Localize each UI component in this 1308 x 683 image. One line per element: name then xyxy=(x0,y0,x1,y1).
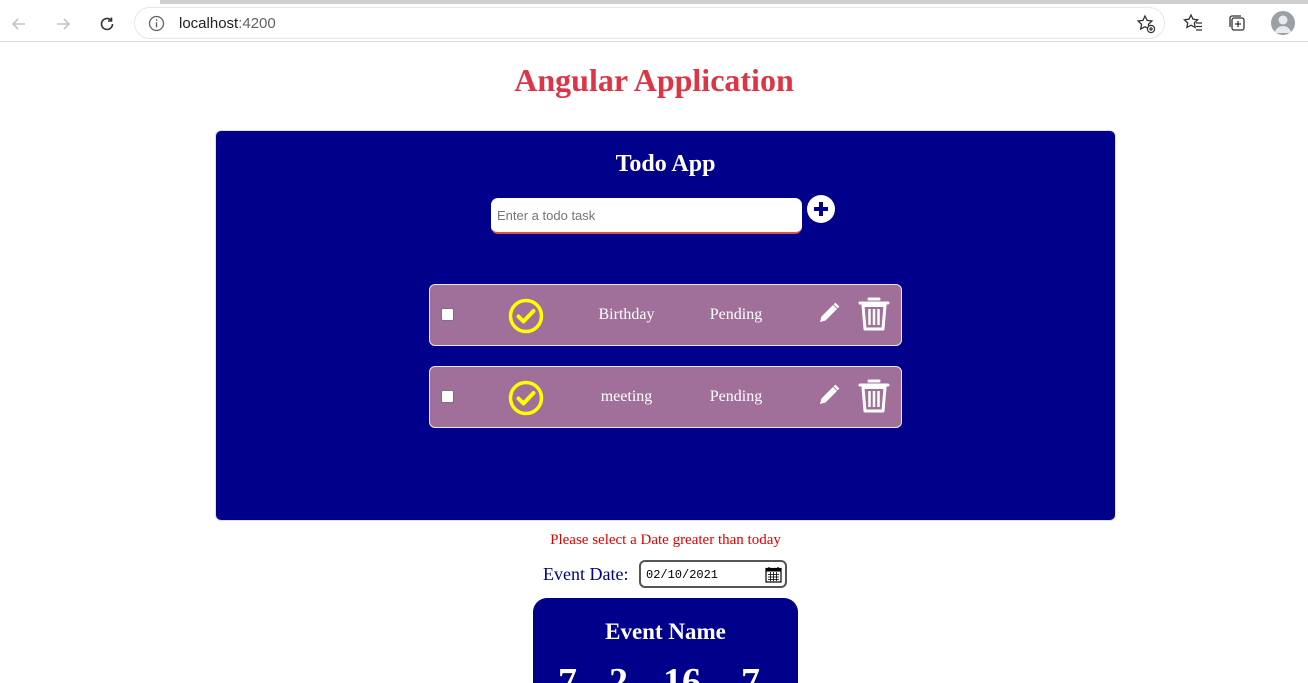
todo-panel: Todo App Birthday Pending meeting Pendin… xyxy=(215,130,1116,521)
info-icon[interactable] xyxy=(148,15,165,37)
browser-toolbar: localhost:4200 xyxy=(0,4,1308,42)
url-port: :4200 xyxy=(238,15,276,32)
pencil-icon[interactable] xyxy=(817,383,841,412)
address-bar[interactable]: localhost:4200 xyxy=(134,7,1165,39)
event-date-value: 02/10/2021 xyxy=(646,568,719,582)
todo-task-text: meeting xyxy=(600,388,653,405)
countdown-seconds: 7 xyxy=(741,661,760,683)
pencil-icon[interactable] xyxy=(817,301,841,330)
event-card: Event Name 7 2 16 7 xyxy=(533,598,798,683)
trash-icon[interactable] xyxy=(858,378,890,419)
event-name: Event Name xyxy=(605,619,726,644)
countdown-hours: 2 xyxy=(609,661,628,683)
todo-status: Pending xyxy=(709,306,763,323)
todo-title: Todo App xyxy=(615,151,716,177)
forward-button[interactable] xyxy=(49,10,77,38)
event-date-input[interactable]: 02/10/2021 xyxy=(639,560,787,588)
todo-checkbox[interactable] xyxy=(441,308,454,321)
add-todo-button[interactable] xyxy=(807,195,835,223)
todo-item: meeting Pending xyxy=(429,366,902,428)
plus-icon xyxy=(814,202,828,216)
page-title: Angular Application xyxy=(514,62,794,98)
back-icon xyxy=(11,18,25,30)
todo-input[interactable] xyxy=(491,198,802,234)
check-circle-icon[interactable] xyxy=(508,298,544,339)
forward-icon xyxy=(57,18,71,30)
collections-icon[interactable] xyxy=(1225,11,1249,35)
url-host: localhost xyxy=(179,15,239,32)
reload-icon xyxy=(100,17,114,31)
calendar-icon[interactable] xyxy=(765,566,782,588)
date-error-message: Please select a Date greater than today xyxy=(550,532,781,548)
add-favorite-icon[interactable] xyxy=(1136,14,1156,39)
countdown-days: 7 xyxy=(558,661,577,683)
profile-avatar[interactable] xyxy=(1271,11,1295,35)
todo-item: Birthday Pending xyxy=(429,284,902,346)
todo-status: Pending xyxy=(709,388,763,405)
back-button[interactable] xyxy=(5,10,33,38)
url-text: localhost:4200 xyxy=(179,15,276,32)
countdown: 7 2 16 7 xyxy=(533,660,798,683)
todo-task-text: Birthday xyxy=(598,306,655,323)
reload-button[interactable] xyxy=(93,10,121,38)
todo-checkbox[interactable] xyxy=(441,390,454,403)
trash-icon[interactable] xyxy=(858,296,890,337)
check-circle-icon[interactable] xyxy=(508,380,544,421)
event-date-label: Event Date: xyxy=(543,564,629,584)
favorites-icon[interactable] xyxy=(1181,11,1205,35)
countdown-minutes: 16 xyxy=(663,661,701,683)
